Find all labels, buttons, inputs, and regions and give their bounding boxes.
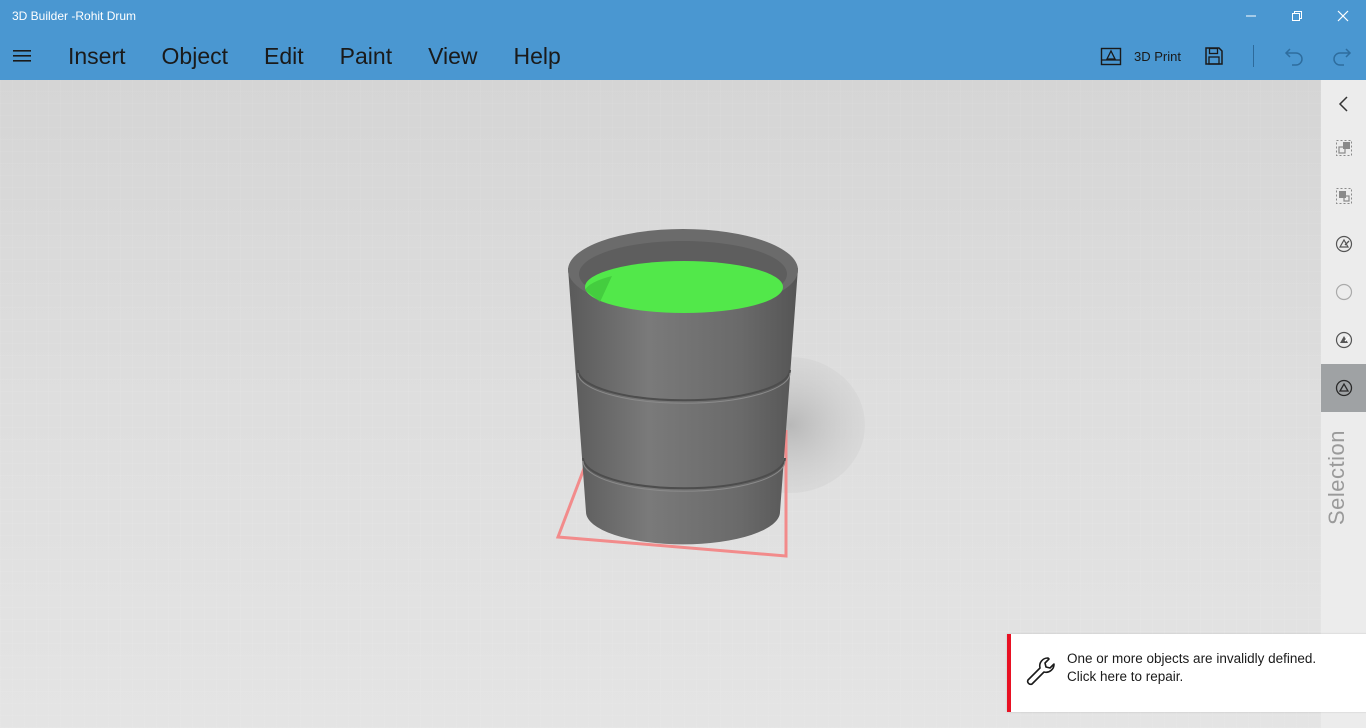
save-icon <box>1205 47 1223 65</box>
menu-insert[interactable]: Insert <box>50 32 144 80</box>
selection-label: Selection <box>1324 429 1349 525</box>
notification-message: One or more objects are invalidly define… <box>1067 650 1316 686</box>
wrench-icon <box>1026 657 1055 686</box>
scene-canvas <box>555 229 865 558</box>
menu-help[interactable]: Help <box>496 32 579 80</box>
drum-fill <box>585 261 783 313</box>
chevron-left-icon <box>1338 96 1348 112</box>
save-button[interactable] <box>1202 44 1226 68</box>
minimize-button[interactable] <box>1228 0 1274 32</box>
notification-line-1: One or more objects are invalidly define… <box>1067 651 1317 666</box>
menu-object[interactable]: Object <box>144 32 246 80</box>
window-title: 3D Builder -Rohit Drum <box>12 9 137 23</box>
paint-shape-button[interactable] <box>1321 316 1366 364</box>
undo-icon <box>1284 48 1303 66</box>
menu-edit[interactable]: Edit <box>246 32 322 80</box>
restore-icon <box>1292 11 1302 21</box>
paint-shape-icon <box>1335 331 1352 349</box>
redo-button[interactable] <box>1330 44 1354 68</box>
close-button[interactable] <box>1320 0 1366 32</box>
circle-icon <box>1335 283 1352 301</box>
edit-shape-button[interactable] <box>1321 220 1366 268</box>
redo-icon <box>1333 48 1352 66</box>
undo-button[interactable] <box>1282 44 1306 68</box>
3d-print-button[interactable]: 3D Print <box>1100 44 1181 68</box>
title-bar: 3D Builder -Rohit Drum <box>0 0 1366 32</box>
notification-line-2[interactable]: Click here to repair. <box>1067 668 1316 686</box>
app-window: 3D Builder -Rohit Drum Insert Object Edi… <box>0 0 1366 728</box>
menu-bar: Insert Object Edit Paint View Help 3D Pr… <box>0 32 1366 80</box>
minimize-icon <box>1246 15 1256 17</box>
right-rail: Selection <box>1321 80 1366 728</box>
3d-viewport[interactable] <box>0 80 1321 728</box>
selection-icon <box>1335 379 1352 397</box>
menu-view[interactable]: View <box>410 32 495 80</box>
duplicate-icon <box>1335 140 1352 156</box>
replace-icon <box>1335 188 1352 204</box>
hamburger-button[interactable] <box>6 40 38 72</box>
edit-shape-icon <box>1335 235 1352 253</box>
hamburger-icon <box>13 50 31 62</box>
repair-notification[interactable]: One or more objects are invalidly define… <box>1007 634 1366 712</box>
collapse-rail-button[interactable] <box>1321 80 1366 128</box>
close-icon <box>1337 10 1349 22</box>
duplicate-button[interactable] <box>1321 124 1366 172</box>
circle-tool-button[interactable] <box>1321 268 1366 316</box>
3d-print-icon <box>1100 47 1122 66</box>
selection-button[interactable] <box>1321 364 1366 412</box>
toolbar-divider <box>1253 45 1254 67</box>
replace-button[interactable] <box>1321 172 1366 220</box>
menu-items: Insert Object Edit Paint View Help <box>50 32 579 80</box>
menu-paint[interactable]: Paint <box>322 32 410 80</box>
3d-print-label: 3D Print <box>1134 48 1181 64</box>
restore-button[interactable] <box>1274 0 1320 32</box>
